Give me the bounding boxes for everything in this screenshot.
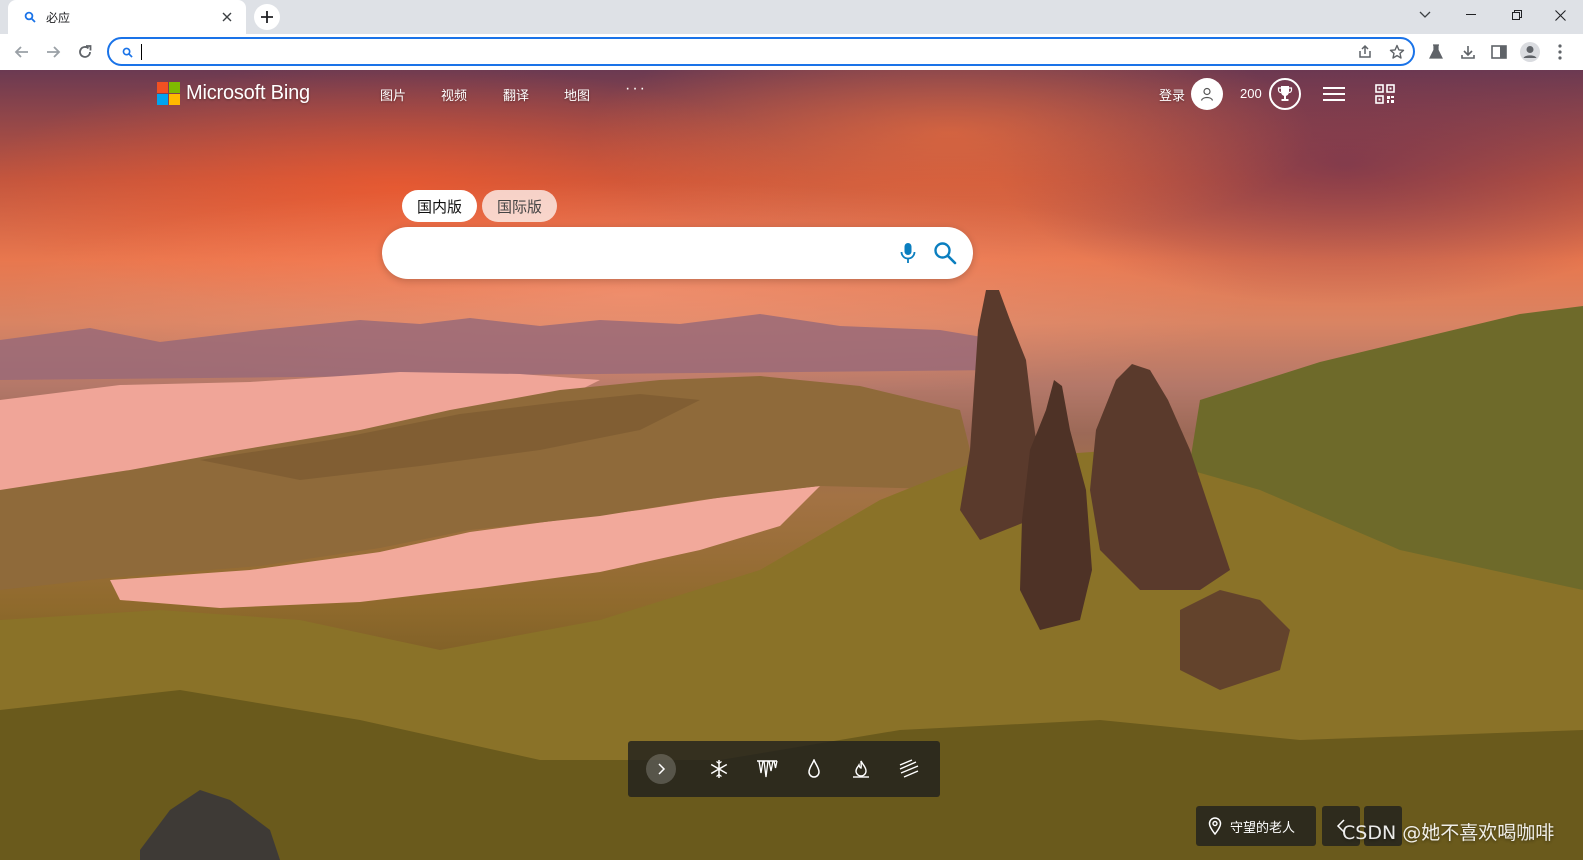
search-input[interactable] — [402, 239, 882, 267]
qr-code-icon[interactable] — [1373, 82, 1397, 106]
search-icon — [119, 44, 135, 60]
international-edition-tab[interactable]: 国际版 — [482, 190, 557, 222]
tab-title: 必应 — [46, 10, 71, 25]
flame-icon[interactable] — [849, 757, 873, 781]
nav-images[interactable]: 图片 — [380, 85, 406, 104]
plus-icon — [261, 11, 273, 23]
user-icon — [1200, 87, 1214, 101]
forward-button[interactable] — [39, 38, 67, 66]
address-input[interactable] — [139, 41, 1339, 62]
flask-icon[interactable] — [1424, 40, 1448, 64]
search-box — [382, 227, 973, 279]
reload-button[interactable] — [71, 38, 99, 66]
browser-toolbar — [0, 34, 1583, 70]
nav-maps[interactable]: 地图 — [564, 85, 590, 104]
raindrop-icon[interactable] — [802, 757, 826, 781]
nav-videos[interactable]: 视频 — [441, 85, 467, 104]
bing-logo[interactable]: Microsoft Bing — [157, 81, 310, 105]
profile-icon[interactable] — [1518, 40, 1542, 64]
csdn-watermark: CSDN @她不喜欢喝咖啡 — [1342, 822, 1555, 844]
image-location-button[interactable]: 守望的老人 — [1196, 806, 1316, 846]
icicle-icon[interactable] — [755, 757, 779, 781]
tab-strip: 必应 — [0, 0, 1583, 34]
avatar[interactable] — [1191, 78, 1223, 110]
rewards-points[interactable]: 200 — [1240, 86, 1262, 101]
nav-translate[interactable]: 翻译 — [503, 85, 529, 104]
microsoft-logo-icon — [157, 81, 180, 105]
download-icon[interactable] — [1456, 40, 1480, 64]
wind-icon[interactable] — [897, 757, 921, 781]
bing-homepage: Microsoft Bing 图片 视频 翻译 地图 ··· 登录 200 国内… — [0, 70, 1583, 860]
snowflake-icon[interactable] — [707, 757, 731, 781]
bing-header: Microsoft Bing 图片 视频 翻译 地图 ··· 登录 200 — [0, 70, 1583, 118]
trophy-icon[interactable] — [1269, 78, 1301, 110]
chevron-right-icon[interactable] — [646, 754, 676, 784]
back-button[interactable] — [8, 38, 36, 66]
address-bar[interactable] — [107, 37, 1415, 66]
bing-search-icon — [22, 9, 38, 25]
logo-text: Microsoft Bing — [186, 81, 310, 104]
search-icon[interactable] — [931, 239, 959, 267]
minimize-button[interactable] — [1448, 0, 1494, 30]
browser-tab[interactable]: 必应 — [8, 0, 246, 34]
star-icon[interactable] — [1387, 42, 1407, 62]
side-panel-icon[interactable] — [1487, 40, 1511, 64]
hamburger-menu-icon[interactable] — [1322, 82, 1346, 106]
close-window-button[interactable] — [1537, 0, 1583, 30]
microphone-icon[interactable] — [896, 240, 920, 266]
chevron-down-icon[interactable] — [1402, 0, 1448, 30]
theme-toolbar — [628, 741, 940, 797]
nav-more-button[interactable]: ··· — [625, 80, 647, 98]
domestic-edition-tab[interactable]: 国内版 — [402, 190, 477, 222]
more-vert-icon[interactable] — [1553, 40, 1567, 64]
reload-icon — [79, 45, 92, 58]
share-icon[interactable] — [1355, 42, 1375, 62]
image-location-text: 守望的老人 — [1230, 820, 1296, 836]
close-icon[interactable] — [218, 8, 236, 26]
location-pin-icon — [1208, 817, 1222, 835]
text-caret — [141, 44, 142, 60]
forward-arrow-icon — [47, 46, 61, 58]
signin-link[interactable]: 登录 — [1159, 85, 1185, 104]
new-tab-button[interactable] — [254, 4, 280, 30]
back-arrow-icon — [14, 46, 28, 58]
restore-button[interactable] — [1494, 0, 1540, 30]
